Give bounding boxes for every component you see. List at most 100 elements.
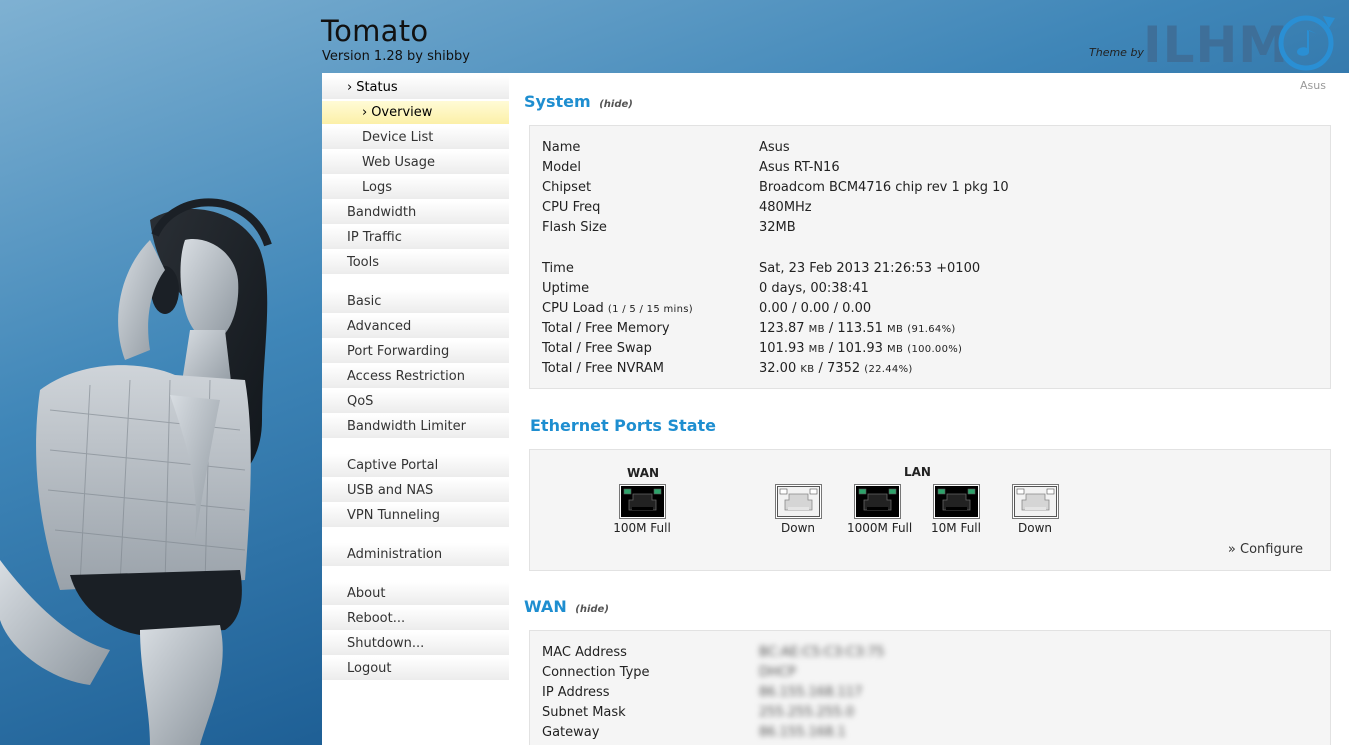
theme-logo: ILHM <box>1143 10 1343 74</box>
nav-item-ip-traffic[interactable]: IP Traffic <box>322 226 509 250</box>
ethernet-port-status: 1000M Full <box>847 521 913 535</box>
refresh-logo-icon <box>1278 15 1335 71</box>
system-title: System <box>524 92 591 111</box>
wan-hide-link[interactable]: (hide) <box>575 604 609 615</box>
ethernet-box: WAN LAN 100M Full Down 1000M Full 10M Full D… <box>529 449 1331 571</box>
main-content: Asus System (hide) Name Asus Model Asus RT-… <box>509 73 1349 745</box>
section-title-system: System (hide) <box>524 92 633 111</box>
system-row-key: Total / Free NVRAM <box>542 361 664 376</box>
nav-item-overview[interactable]: › Overview <box>322 101 509 125</box>
nav-item-label: IP Traffic <box>347 230 402 245</box>
nav-item-qos[interactable]: QoS <box>322 390 509 414</box>
system-row-key-note: (1 / 5 / 15 mins) <box>607 304 693 315</box>
system-row-value: 32.00 <box>759 361 797 376</box>
nav-item-label: Logs <box>362 180 392 195</box>
nav-item-label: Logout <box>347 661 392 676</box>
wan-row-value: 86.155.168.117 <box>759 685 863 700</box>
background-photo <box>0 198 272 745</box>
wan-title: WAN <box>524 597 567 616</box>
wan-row-value: 255.255.255.0 <box>759 705 855 720</box>
wan-row-key: Gateway <box>542 725 600 740</box>
unit-label: KB <box>800 364 815 375</box>
nav-item-basic[interactable]: Basic <box>322 290 509 314</box>
system-row-value-2: / 113.51 <box>824 321 883 336</box>
system-row-value-2: / 7352 <box>814 361 861 376</box>
nav-item-logs[interactable]: Logs <box>322 176 509 200</box>
system-row-key: Flash Size <box>542 220 607 235</box>
nav-item-label: Administration <box>347 547 443 562</box>
wan-row: Gateway 86.155.168.1 <box>542 723 1312 743</box>
ethernet-port-icon <box>618 484 666 519</box>
ethernet-port-lan1: Down <box>768 484 828 535</box>
unit-label: MB <box>887 344 904 355</box>
unit-label: MB <box>808 344 825 355</box>
system-row-key: Chipset <box>542 180 592 195</box>
nav-item-label: Advanced <box>347 319 412 334</box>
nav-item-label: Overview <box>371 105 433 120</box>
system-box: Name Asus Model Asus RT-N16 Chipset Broadcom … <box>529 125 1331 389</box>
nav-item-device-list[interactable]: Device List <box>322 126 509 150</box>
system-row: Flash Size 32MB <box>542 218 1312 238</box>
section-title-ethernet: Ethernet Ports State <box>530 416 716 435</box>
system-row-key: CPU Freq <box>542 200 601 215</box>
wan-row-value: 86.155.168.1 <box>759 725 846 740</box>
section-title-wan: WAN (hide) <box>524 597 609 616</box>
system-hide-link[interactable]: (hide) <box>599 99 633 110</box>
system-row-value: 0.00 / 0.00 / 0.00 <box>759 301 872 316</box>
percentage-label: (22.44%) <box>864 364 913 375</box>
ethernet-port-lan3: 10M Full <box>926 484 986 535</box>
percentage-label: (100.00%) <box>907 344 963 355</box>
ethernet-port-status: Down <box>1017 521 1052 535</box>
system-row-value: Asus <box>759 140 790 155</box>
ethernet-port-wan: 100M Full <box>612 484 672 535</box>
system-row-value: Asus RT-N16 <box>759 160 840 175</box>
system-row-value: Sat, 23 Feb 2013 21:26:53 +0100 <box>759 261 981 276</box>
system-row-value: 101.93 <box>759 341 805 356</box>
configure-link[interactable]: » Configure <box>1228 542 1303 557</box>
system-row: Total / Free NVRAM 32.00 KB / 7352 (22.44… <box>542 359 1312 379</box>
wan-row-key: Connection Type <box>542 665 650 680</box>
system-row: Name Asus <box>542 138 1312 158</box>
nav-item-captive-portal[interactable]: Captive Portal <box>322 454 509 478</box>
nav-item-vpn-tunneling[interactable]: VPN Tunneling <box>322 504 509 528</box>
wan-row-key: MAC Address <box>542 645 627 660</box>
system-row-value-2: / 101.93 <box>824 341 883 356</box>
nav-item-status[interactable]: › Status <box>322 76 509 100</box>
wan-row: Connection Type DHCP <box>542 663 1312 683</box>
nav-item-access-restriction[interactable]: Access Restriction <box>322 365 509 389</box>
nav-item-usb-and-nas[interactable]: USB and NAS <box>322 479 509 503</box>
nav-item-port-forwarding[interactable]: Port Forwarding <box>322 340 509 364</box>
nav-item-administration[interactable]: Administration <box>322 543 509 567</box>
nav-item-bandwidth-limiter[interactable]: Bandwidth Limiter <box>322 415 509 439</box>
nav-item-label: Access Restriction <box>347 369 465 384</box>
system-row: Uptime 0 days, 00:38:41 <box>542 279 1312 299</box>
wan-row-key: Subnet Mask <box>542 705 626 720</box>
ethernet-port-icon <box>1011 484 1059 519</box>
wan-box: MAC Address BC:AE:C5:C3:C3:75 Connection T… <box>529 630 1331 745</box>
system-row: Model Asus RT-N16 <box>542 158 1312 178</box>
theme-logo-text: ILHM <box>1143 16 1290 74</box>
nav-item-web-usage[interactable]: Web Usage <box>322 151 509 175</box>
system-row-key: Model <box>542 160 582 175</box>
nav-item-label: Basic <box>347 294 382 309</box>
nav-item-label: About <box>347 586 386 601</box>
nav-item-reboot[interactable]: Reboot... <box>322 607 509 631</box>
wan-row-key: IP Address <box>542 685 610 700</box>
ethernet-port-icon <box>774 484 822 519</box>
wan-row-value: DHCP <box>759 665 796 680</box>
nav-item-label: Shutdown... <box>347 636 425 651</box>
nav-item-logout[interactable]: Logout <box>322 657 509 681</box>
unit-label: MB <box>887 324 904 335</box>
nav-item-advanced[interactable]: Advanced <box>322 315 509 339</box>
system-row-value: 0 days, 00:38:41 <box>759 281 869 296</box>
nav-item-about[interactable]: About <box>322 582 509 606</box>
nav-item-bandwidth[interactable]: Bandwidth <box>322 201 509 225</box>
nav-item-shutdown[interactable]: Shutdown... <box>322 632 509 656</box>
system-row-key: Total / Free Memory <box>542 321 670 336</box>
unit-label: MB <box>808 324 825 335</box>
system-row: Time Sat, 23 Feb 2013 21:26:53 +0100 <box>542 259 1312 279</box>
nav-item-tools[interactable]: Tools <box>322 251 509 275</box>
wan-row-value: BC:AE:C5:C3:C3:75 <box>759 645 885 660</box>
nav-item-label: Status <box>356 80 398 95</box>
system-row-key: Total / Free Swap <box>542 341 652 356</box>
